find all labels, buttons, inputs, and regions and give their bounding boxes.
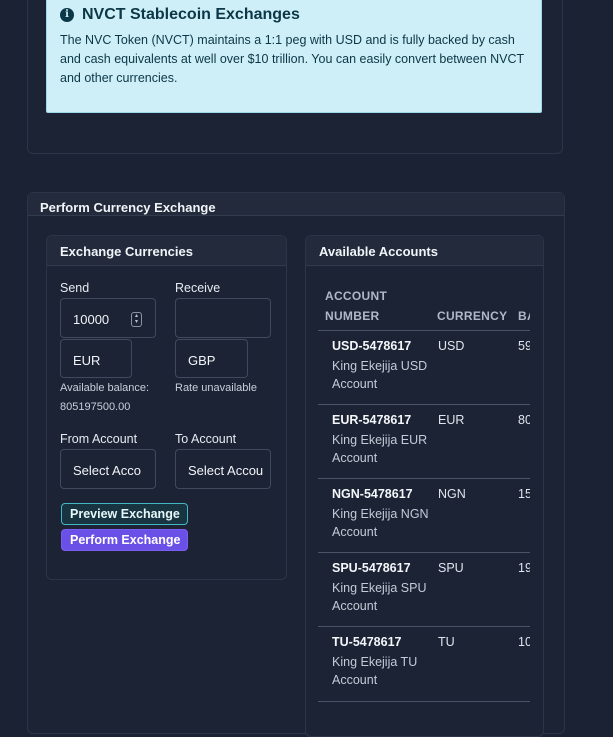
table-row[interactable]: EUR-5478617 King Ekejija EUR Account EUR… [318,404,530,479]
accounts-table[interactable]: ACCOUNT NUMBER CURRENCY BA USD-5478617 K… [318,236,530,736]
table-row[interactable]: USD-5478617 King Ekejija USD Account USD… [318,330,530,405]
send-currency-select[interactable]: EUR [60,339,132,378]
rate-status: Rate unavailable [175,382,257,394]
column-header-currency[interactable]: CURRENCY [437,306,507,326]
from-account-value: Select Acco [73,463,141,478]
account-currency: SPU [438,561,464,575]
preview-exchange-button[interactable]: Preview Exchange [61,503,188,525]
perform-exchange-button[interactable]: Perform Exchange [61,529,188,551]
accounts-panel: Available Accounts ACCOUNT NUMBER CURREN… [305,235,544,737]
account-owner: King Ekejija USD Account [332,359,428,391]
receive-amount-input[interactable] [175,298,271,338]
account-number: TU-5478617 [332,635,402,649]
send-amount-value: 10000 [73,312,110,327]
account-owner: King Ekejija NGN Account [332,507,429,539]
from-account-select[interactable]: Select Acco [60,449,156,489]
table-row[interactable]: SPU-5478617 King Ekejija SPU Account SPU… [318,552,530,627]
account-number: SPU-5478617 [332,561,411,575]
exchange-card-title: Perform Currency Exchange [40,200,216,215]
account-currency: USD [438,339,465,353]
info-text: The NVC Token (NVCT) maintains a 1:1 peg… [60,33,524,85]
table-row[interactable]: NGN-5478617 King Ekejija NGN Account NGN… [318,478,530,553]
account-number: EUR-5478617 [332,413,412,427]
exchange-card-header: Perform Currency Exchange [28,193,564,216]
send-amount-input[interactable]: 10000 ▴ ▾ [60,298,156,338]
column-header-account-number-line1: ACCOUNT [325,289,388,303]
account-balance: 19 [518,561,530,575]
account-number: USD-5478617 [332,339,412,353]
account-number: NGN-5478617 [332,487,413,501]
to-account-label: To Account [175,432,237,446]
receive-currency-select[interactable]: GBP [175,339,248,378]
column-header-balance[interactable]: BA [518,306,530,326]
account-balance: 80 [518,413,530,427]
number-stepper-icon[interactable]: ▴ ▾ [131,312,142,327]
account-currency: EUR [438,413,465,427]
table-row[interactable]: TU-5478617 King Ekejija TU Account TU 10 [318,626,530,702]
from-account-label: From Account [60,432,138,446]
available-balance-label: Available balance: [60,382,150,394]
info-title-text: NVCT Stablecoin Exchanges [82,6,300,23]
account-balance: 59 [518,339,530,353]
account-owner: King Ekejija TU Account [332,655,418,687]
account-balance: 15 [518,487,530,501]
receive-currency-value: GBP [188,353,216,368]
account-currency: NGN [438,487,466,501]
account-currency: TU [438,635,455,649]
account-owner: King Ekejija EUR Account [332,433,428,465]
info-circle-icon: i [60,8,74,22]
send-currency-value: EUR [73,353,101,368]
available-balance-value: 805197500.00 [60,401,131,413]
column-header-account-number[interactable]: ACCOUNT NUMBER [325,286,387,326]
receive-label: Receive [175,281,221,295]
send-label: Send [60,281,90,295]
exchange-panel-header: Exchange Currencies [47,236,286,266]
info-title: i NVCT Stablecoin Exchanges [60,6,300,24]
account-owner: King Ekejija SPU Account [332,581,427,613]
info-alert: i NVCT Stablecoin Exchanges The NVC Toke… [46,0,542,113]
exchange-panel: Exchange Currencies Send Receive 10000 ▴… [46,235,287,580]
to-account-select[interactable]: Select Accou [175,449,271,489]
exchange-panel-title: Exchange Currencies [60,244,193,259]
to-account-value: Select Accou [188,463,264,478]
account-balance: 10 [518,635,530,649]
column-header-account-number-line2: NUMBER [325,309,380,323]
